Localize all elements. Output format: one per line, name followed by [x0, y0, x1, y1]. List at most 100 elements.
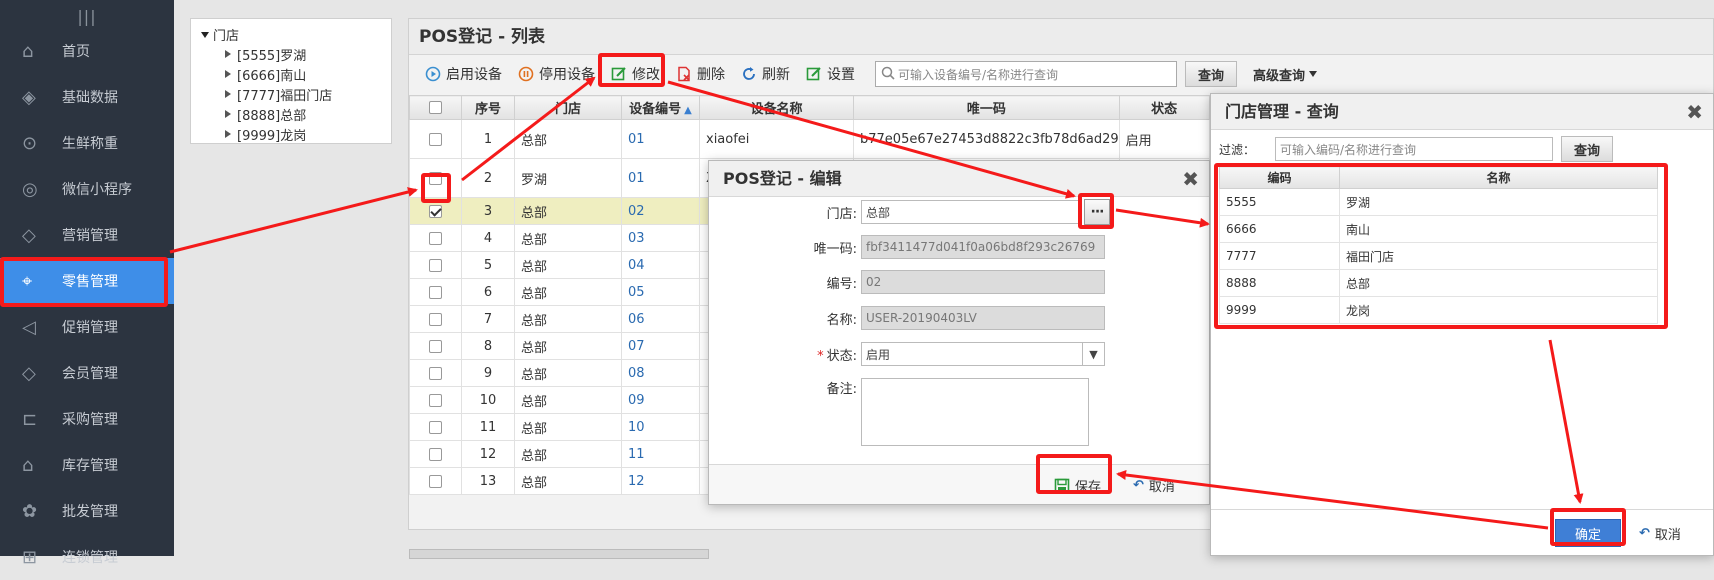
sidebar-item[interactable]: ◎ 微信小程序 [0, 166, 174, 212]
tree-node[interactable]: [9999]龙岗 [201, 124, 381, 144]
sidebar-item[interactable]: ⌖ 零售管理 [0, 258, 174, 304]
expand-icon[interactable] [225, 50, 231, 58]
row-checkbox[interactable] [429, 366, 442, 380]
row-checkbox[interactable] [429, 285, 442, 299]
row-checkbox[interactable] [429, 474, 442, 488]
row-select-cell[interactable] [409, 158, 462, 198]
save-button[interactable]: 保存 [1054, 476, 1101, 495]
col-header-seq[interactable]: 序号 [461, 95, 515, 120]
store-row[interactable]: 5555 罗湖 [1219, 188, 1658, 216]
sidebar-item[interactable]: ⊙ 生鲜称重 [0, 120, 174, 166]
tree-node[interactable]: [7777]福田门店 [201, 84, 381, 104]
col-header-code[interactable]: 设备编号 ▲ [621, 95, 700, 120]
row-select-cell[interactable] [409, 251, 462, 279]
store-row[interactable]: 9999 龙岗 [1219, 296, 1658, 324]
col-header-name[interactable]: 设备名称 [699, 95, 854, 120]
close-icon[interactable]: ✖ [1182, 161, 1199, 197]
store-field[interactable]: 总部 [861, 200, 1079, 224]
cell-seq: 8 [461, 332, 515, 360]
store-picker-button[interactable]: ··· [1084, 199, 1110, 225]
table-row[interactable]: 1 总部 01 xiaofei b77e05e67e27453d8822c3fb78d6… [409, 119, 1240, 159]
row-select-cell[interactable] [409, 386, 462, 414]
note-textarea[interactable] [861, 378, 1089, 446]
row-checkbox[interactable] [429, 312, 442, 326]
sidebar-item[interactable]: ⊞ 连锁管理 [0, 534, 174, 580]
row-select-cell[interactable] [409, 278, 462, 306]
disable-device-button[interactable]: 停用设备 [510, 61, 603, 87]
status-dropdown-toggle[interactable]: ▼ [1083, 342, 1105, 366]
row-select-cell[interactable] [409, 467, 462, 495]
select-all-checkbox[interactable] [429, 101, 442, 114]
row-select-cell[interactable] [409, 197, 462, 225]
row-checkbox[interactable] [429, 231, 442, 245]
store-row[interactable]: 6666 南山 [1219, 215, 1658, 243]
refresh-button[interactable]: 刷新 [733, 61, 798, 87]
row-checkbox[interactable] [429, 204, 442, 218]
sidebar-item[interactable]: ⊏ 采购管理 [0, 396, 174, 442]
edit-button[interactable]: 修改 [603, 61, 668, 87]
cancel-button[interactable]: ↶ 取消 [1133, 476, 1175, 495]
expand-icon[interactable] [225, 70, 231, 78]
confirm-button[interactable]: 确定 [1555, 519, 1621, 547]
store-dialog-title: 门店管理 - 查询 ✖ [1211, 94, 1713, 130]
row-checkbox[interactable] [429, 132, 442, 146]
sidebar-item[interactable]: ◈ 基础数据 [0, 74, 174, 120]
sidebar-item[interactable]: ✿ 批发管理 [0, 488, 174, 534]
row-select-cell[interactable] [409, 305, 462, 333]
col-header-store-name[interactable]: 名称 [1339, 166, 1658, 189]
tree-node[interactable]: [8888]总部 [201, 104, 381, 124]
status-select[interactable]: 启用 [861, 342, 1083, 366]
filter-input[interactable]: 可输入编码/名称进行查询 [1275, 137, 1553, 161]
row-checkbox[interactable] [429, 420, 442, 434]
col-header-status[interactable]: 状态 [1118, 95, 1210, 120]
expand-icon[interactable] [225, 130, 231, 138]
row-checkbox[interactable] [429, 339, 442, 353]
delete-button[interactable]: 删除 [668, 61, 733, 87]
col-header-store-code[interactable]: 编码 [1219, 166, 1340, 189]
store-row[interactable]: 7777 福田门店 [1219, 242, 1658, 270]
tree-root[interactable]: 门店 [201, 25, 381, 44]
expand-icon[interactable] [201, 31, 209, 38]
row-checkbox[interactable] [429, 447, 442, 461]
row-checkbox[interactable] [429, 393, 442, 407]
edit-dialog-title-text: POS登记 - 编辑 [723, 169, 842, 188]
row-checkbox[interactable] [429, 258, 442, 272]
horizontal-scrollbar[interactable] [409, 549, 709, 559]
row-select-cell[interactable] [409, 119, 462, 159]
expand-icon[interactable] [225, 110, 231, 118]
sidebar-item[interactable]: ◇ 营销管理 [0, 212, 174, 258]
settings-button[interactable]: 设置 [798, 61, 863, 87]
cell-store: 总部 [514, 440, 622, 468]
row-select-cell[interactable] [409, 440, 462, 468]
close-icon[interactable]: ✖ [1686, 94, 1703, 130]
col-header-uid[interactable]: 唯一码 [853, 95, 1120, 120]
store-query-button[interactable]: 查询 [1561, 136, 1614, 162]
row-select-cell[interactable] [409, 413, 462, 441]
chevron-down-icon: ▼ [1089, 347, 1098, 361]
col-header-store[interactable]: 门店 [514, 95, 622, 120]
tree-node[interactable]: [6666]南山 [201, 64, 381, 84]
member-icon: ◇ [22, 363, 36, 384]
store-cancel-button[interactable]: ↶ 取消 [1639, 524, 1681, 543]
advanced-query-button[interactable]: 高级查询 [1253, 65, 1318, 84]
expand-icon[interactable] [225, 90, 231, 98]
row-checkbox[interactable] [429, 171, 442, 185]
select-all-header[interactable] [409, 95, 462, 120]
edit-label: 修改 [632, 67, 660, 83]
sidebar-item[interactable]: ⌂ 首页 [0, 28, 174, 74]
query-button[interactable]: 查询 [1185, 61, 1238, 87]
enable-device-button[interactable]: 启用设备 [417, 61, 510, 87]
cell-seq: 2 [461, 158, 515, 198]
row-select-cell[interactable] [409, 224, 462, 252]
cell-store: 罗湖 [514, 158, 622, 198]
cell-seq: 6 [461, 278, 515, 306]
sidebar-item[interactable]: ◁ 促销管理 [0, 304, 174, 350]
store-row[interactable]: 8888 总部 [1219, 269, 1658, 297]
search-input[interactable]: 可输入设备编号/名称进行查询 [875, 61, 1177, 87]
sidebar-item[interactable]: ◇ 会员管理 [0, 350, 174, 396]
row-select-cell[interactable] [409, 359, 462, 387]
row-select-cell[interactable] [409, 332, 462, 360]
sidebar-item[interactable]: ⌂ 库存管理 [0, 442, 174, 488]
tree-node[interactable]: [5555]罗湖 [201, 44, 381, 64]
status-label-wrap: * 状态: [709, 345, 861, 364]
